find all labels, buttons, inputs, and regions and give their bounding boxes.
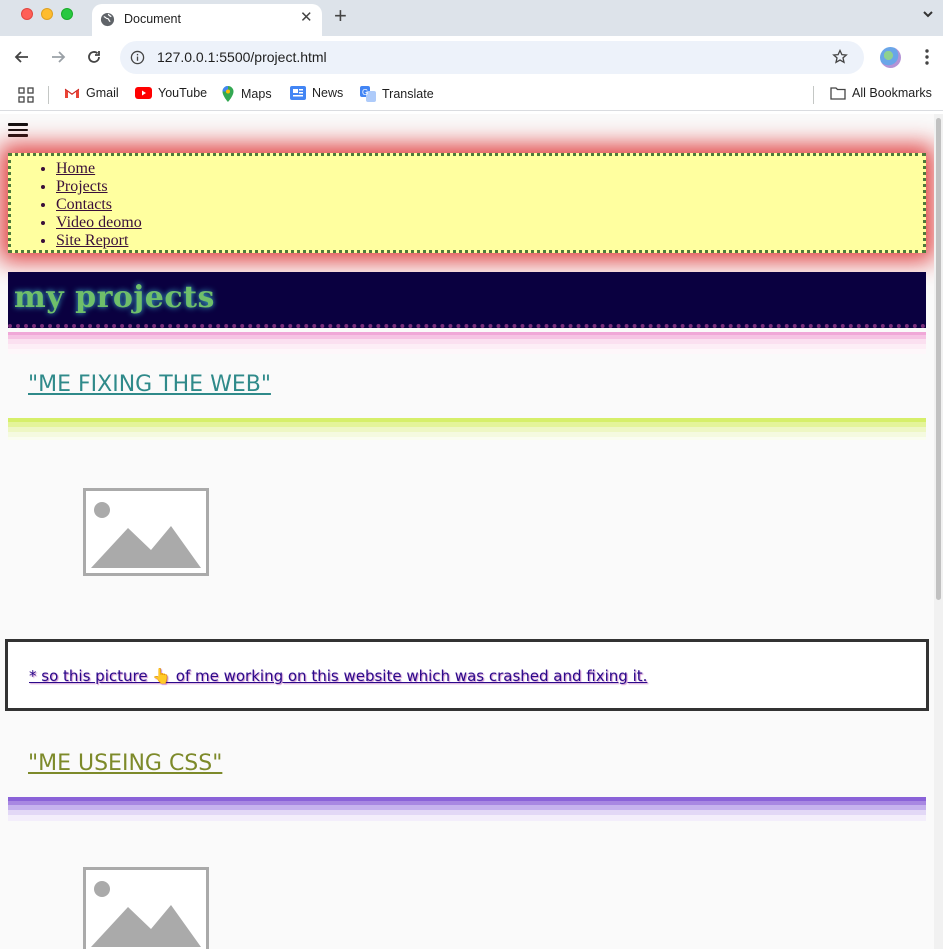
browser-tab[interactable]: Document ✕ (92, 4, 322, 36)
more-menu-icon[interactable] (921, 48, 933, 66)
globe-icon (100, 12, 115, 27)
tab-strip: Document ✕ + (0, 0, 943, 36)
caption-link[interactable]: * so this picture 👆 of me working on thi… (29, 667, 647, 685)
nav-link-home[interactable]: Home (56, 160, 95, 177)
nav-link-video-demo[interactable]: Video deomo (56, 214, 142, 231)
translate-icon: G (360, 86, 376, 102)
divider-stripe (8, 418, 926, 440)
caption-box: * so this picture 👆 of me working on thi… (5, 639, 929, 711)
divider-stripe (8, 332, 926, 354)
broken-image-icon (83, 867, 209, 949)
divider-stripe (8, 797, 926, 821)
broken-image-icon (83, 488, 209, 576)
section-title-using-css[interactable]: "ME USEING CSS" (28, 751, 222, 776)
nav-item-site-report: Site Report (56, 232, 142, 250)
bookmark-gmail[interactable]: Gmail (64, 86, 119, 100)
tab-title: Document (124, 12, 181, 26)
section-title-fixing-web[interactable]: "ME FIXING THE WEB" (28, 372, 271, 397)
bookmark-maps[interactable]: Maps (221, 86, 272, 102)
bookmark-label: Maps (241, 87, 272, 101)
maps-icon (222, 86, 234, 102)
chevron-down-icon[interactable] (920, 6, 936, 22)
nav-link-projects[interactable]: Projects (56, 178, 108, 195)
site-nav: Home Projects Contacts Video deomo Site … (8, 153, 926, 253)
profile-avatar[interactable] (880, 47, 901, 68)
nav-item-contacts: Contacts (56, 196, 142, 214)
news-icon (290, 86, 306, 100)
bookmark-translate[interactable]: G Translate (360, 86, 434, 102)
scrollbar[interactable] (934, 114, 943, 949)
url-text: 127.0.0.1:5500/project.html (157, 49, 327, 65)
nav-item-video-demo: Video deomo (56, 214, 142, 232)
youtube-icon (135, 87, 152, 99)
page-banner: my projects (8, 272, 926, 328)
page-title: my projects (14, 280, 215, 315)
bookmark-label: YouTube (158, 86, 208, 100)
bookmark-youtube[interactable]: YouTube (135, 86, 207, 100)
maximize-window-button[interactable] (61, 8, 73, 20)
divider (48, 86, 49, 104)
bookmark-news[interactable]: News (290, 86, 343, 100)
nav-list: Home Projects Contacts Video deomo Site … (56, 160, 142, 250)
nav-link-contacts[interactable]: Contacts (56, 196, 112, 213)
bookmark-label: News (312, 86, 344, 100)
divider (813, 86, 814, 104)
svg-text:G: G (362, 88, 368, 97)
close-tab-icon[interactable]: ✕ (300, 9, 313, 27)
nav-link-site-report[interactable]: Site Report (56, 232, 128, 249)
bookmark-label: Translate (382, 87, 434, 101)
back-arrow-icon[interactable] (12, 47, 32, 67)
bookmark-label: Gmail (86, 86, 119, 100)
bookmark-star-icon[interactable] (832, 49, 848, 65)
new-tab-button[interactable]: + (334, 3, 347, 29)
all-bookmarks-button[interactable]: All Bookmarks (830, 86, 932, 100)
nav-item-home: Home (56, 160, 142, 178)
all-bookmarks-label: All Bookmarks (852, 86, 932, 100)
browser-toolbar: 127.0.0.1:5500/project.html (0, 36, 943, 78)
nav-item-projects: Projects (56, 178, 142, 196)
reload-icon[interactable] (84, 47, 104, 67)
folder-icon (830, 87, 846, 100)
page-viewport: Home Projects Contacts Video deomo Site … (0, 114, 943, 949)
bookmarks-bar: Gmail YouTube Maps News G Translate All … (0, 78, 943, 111)
hamburger-menu-icon[interactable] (8, 123, 28, 137)
scroll-thumb[interactable] (936, 118, 941, 600)
apps-grid-icon[interactable] (18, 87, 34, 103)
site-info-icon[interactable] (130, 50, 145, 65)
close-window-button[interactable] (21, 8, 33, 20)
forward-arrow-icon[interactable] (48, 47, 68, 67)
address-bar[interactable]: 127.0.0.1:5500/project.html (120, 41, 864, 74)
gmail-icon (64, 88, 80, 98)
minimize-window-button[interactable] (41, 8, 53, 20)
